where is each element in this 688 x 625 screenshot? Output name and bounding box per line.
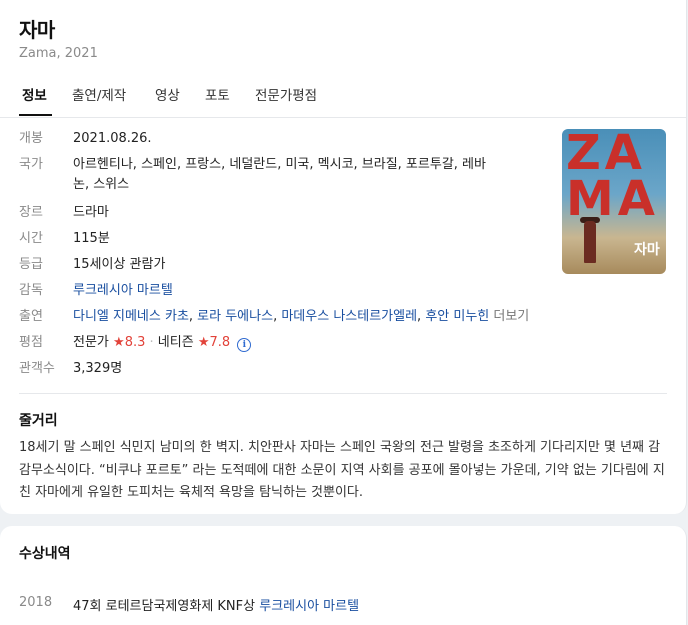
- genre-value: 드라마: [73, 205, 109, 220]
- country-value: 아르헨티나, 스페인, 프랑스, 네덜란드, 미국, 멕시코, 브라질, 포르투…: [73, 155, 548, 195]
- cast-link[interactable]: 로라 두에나스: [197, 309, 273, 324]
- director-label: 감독: [19, 283, 43, 298]
- award-year: 2018: [19, 595, 53, 610]
- critic-score-label: 전문가: [73, 335, 109, 350]
- tab-cast-crew[interactable]: 출연/제작: [72, 84, 126, 104]
- tab-bar: 정보 출연/제작 영상 포토 전문가평점: [0, 84, 686, 116]
- tab-critic-rating[interactable]: 전문가평점: [255, 84, 317, 104]
- cast-link[interactable]: 마데우스 나스테르가엘레: [281, 309, 417, 324]
- rating-label: 등급: [19, 257, 43, 272]
- movie-subtitle: Zama, 2021: [19, 46, 98, 61]
- score-label: 평점: [19, 335, 43, 350]
- award-person-link[interactable]: 루크레시아 마르텔: [259, 599, 359, 614]
- cast-more-link[interactable]: 더보기: [493, 309, 529, 324]
- plot-text: 18세기 말 스페인 식민지 남미의 한 벽지. 치안판사 자마는 스페인 국왕…: [19, 440, 665, 500]
- release-value: 2021.08.26.: [73, 131, 152, 146]
- country-label: 국가: [19, 157, 43, 172]
- movie-info-card: 자마 Zama, 2021 정보 출연/제작 영상 포토 전문가평점 개봉 20…: [0, 0, 687, 514]
- rating-value: 15세이상 관람가: [73, 257, 166, 272]
- plot-heading: 줄거리: [19, 413, 58, 429]
- star-icon: ★: [197, 335, 210, 350]
- movie-title: 자마: [19, 18, 55, 42]
- country-value-line1: 아르헨티나, 스페인, 프랑스, 네덜란드, 미국, 멕시코, 브라질, 포르투…: [73, 157, 486, 172]
- runtime-label: 시간: [19, 231, 43, 246]
- poster-title-line1: ZA: [566, 129, 646, 181]
- poster-figure: [584, 221, 596, 263]
- director-link[interactable]: 루크레시아 마르텔: [73, 283, 173, 298]
- netizen-score-value: 7.8: [209, 335, 231, 350]
- tab-photo[interactable]: 포토: [205, 84, 230, 104]
- tab-info[interactable]: 정보: [22, 84, 47, 104]
- tab-divider: [0, 117, 686, 118]
- awards-heading: 수상내역: [19, 546, 71, 562]
- critic-score-value: 8.3: [124, 335, 146, 350]
- cast-link[interactable]: 다니엘 지메네스 카초: [73, 309, 189, 324]
- audience-label: 관객수: [19, 361, 55, 376]
- release-label: 개봉: [19, 131, 43, 146]
- section-divider: [19, 393, 667, 394]
- country-value-line2: 논, 스위스: [73, 177, 130, 192]
- movie-poster[interactable]: ZA MA 자마: [562, 129, 666, 274]
- netizen-score-label: 네티즌: [157, 335, 194, 350]
- cast-link[interactable]: 후안 미누힌: [425, 309, 489, 324]
- genre-label: 장르: [19, 205, 43, 220]
- runtime-value: 115분: [73, 231, 110, 246]
- star-icon: ★: [113, 335, 125, 350]
- audience-value: 3,329명: [73, 361, 123, 376]
- tab-video[interactable]: 영상: [155, 84, 180, 104]
- poster-title-line2: MA: [566, 171, 659, 227]
- poster-korean-title: 자마: [634, 242, 660, 258]
- award-item: 47회 로테르담국제영화제 KNF상 루크레시아 마르텔: [73, 595, 359, 614]
- active-tab-indicator: [19, 114, 52, 116]
- cast-label: 출연: [19, 309, 43, 324]
- info-icon[interactable]: i: [237, 338, 252, 352]
- award-name: 47회 로테르담국제영화제 KNF상: [73, 599, 256, 614]
